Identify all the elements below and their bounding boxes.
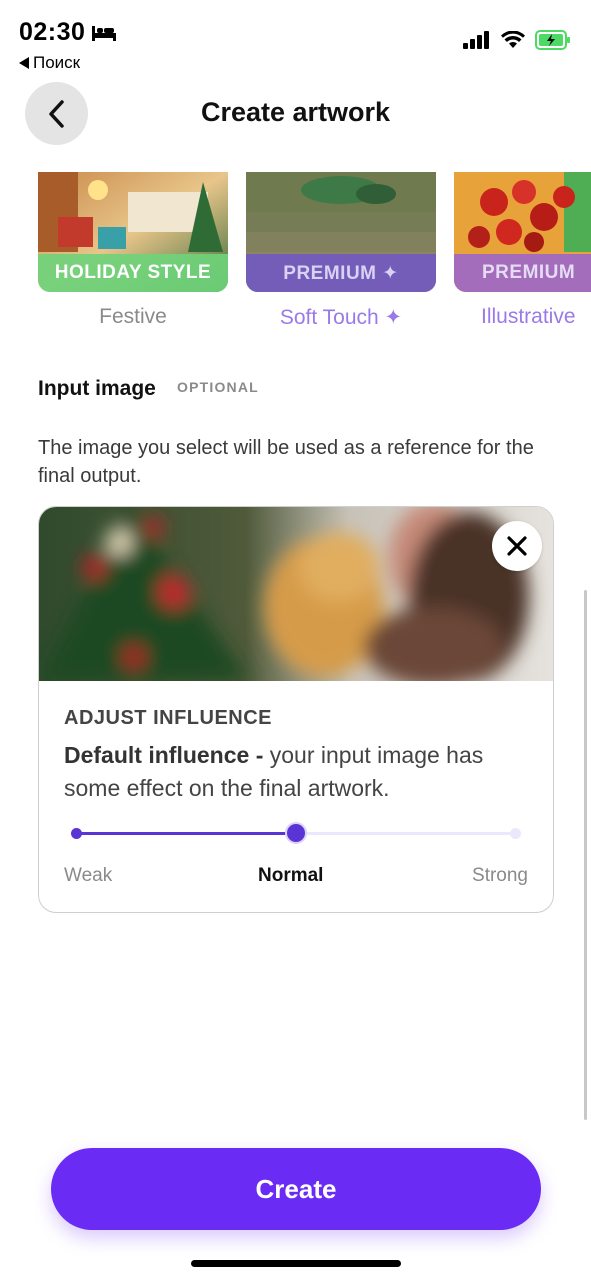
input-image-preview[interactable] bbox=[39, 507, 553, 681]
page-title: Create artwork bbox=[200, 97, 391, 127]
clock-text: 02:30 bbox=[19, 18, 86, 46]
remove-image-button[interactable] bbox=[492, 521, 542, 571]
slider-thumb[interactable] bbox=[285, 822, 307, 844]
influence-level-name: Default influence - bbox=[64, 742, 264, 768]
slider-end-dot bbox=[510, 828, 521, 839]
style-card-festive[interactable]: HOLIDAY STYLE bbox=[38, 172, 228, 292]
bed-icon bbox=[92, 25, 117, 41]
influence-slider[interactable] bbox=[71, 822, 521, 844]
style-card-illustrative[interactable]: PREMIUM bbox=[454, 172, 591, 292]
input-image-title: Input image bbox=[38, 377, 156, 400]
style-label-illustrative: Illustrative bbox=[481, 305, 576, 328]
slider-start-dot bbox=[71, 828, 82, 839]
back-app-label: Поиск bbox=[33, 53, 81, 72]
battery-charging-icon bbox=[535, 30, 570, 50]
input-image-card: ADJUST INFLUENCE Default influence - you… bbox=[38, 506, 554, 913]
back-triangle-icon bbox=[19, 57, 29, 69]
back-to-app-link[interactable]: Поиск bbox=[19, 53, 80, 73]
illustrative-badge: PREMIUM bbox=[454, 254, 591, 292]
status-time: 02:30 bbox=[19, 18, 117, 47]
slider-label-weak[interactable]: Weak bbox=[64, 865, 112, 887]
create-button[interactable]: Create bbox=[51, 1148, 541, 1230]
soft-touch-badge: PREMIUM ✦ bbox=[246, 254, 436, 292]
status-icons bbox=[463, 30, 571, 50]
blurred-photo bbox=[39, 507, 553, 681]
style-label-festive: Festive bbox=[99, 305, 167, 328]
style-card-soft-touch[interactable]: PREMIUM ✦ bbox=[246, 172, 436, 292]
style-label-soft-touch: Soft Touch ✦ bbox=[279, 306, 403, 329]
home-indicator[interactable] bbox=[191, 1260, 401, 1267]
cellular-signal-icon bbox=[463, 31, 489, 49]
input-image-description: The image you select will be used as a r… bbox=[38, 437, 534, 487]
close-icon bbox=[507, 536, 527, 556]
influence-description: Default influence - your input image has… bbox=[64, 739, 539, 805]
slider-track-fill bbox=[76, 832, 296, 835]
scrollbar[interactable] bbox=[584, 590, 587, 1120]
wifi-icon bbox=[501, 31, 525, 48]
optional-tag: OPTIONAL bbox=[177, 379, 259, 395]
slider-label-strong[interactable]: Strong bbox=[472, 865, 528, 887]
adjust-influence-title: ADJUST INFLUENCE bbox=[64, 707, 273, 729]
festive-badge: HOLIDAY STYLE bbox=[38, 254, 228, 292]
slider-label-normal[interactable]: Normal bbox=[258, 865, 323, 887]
